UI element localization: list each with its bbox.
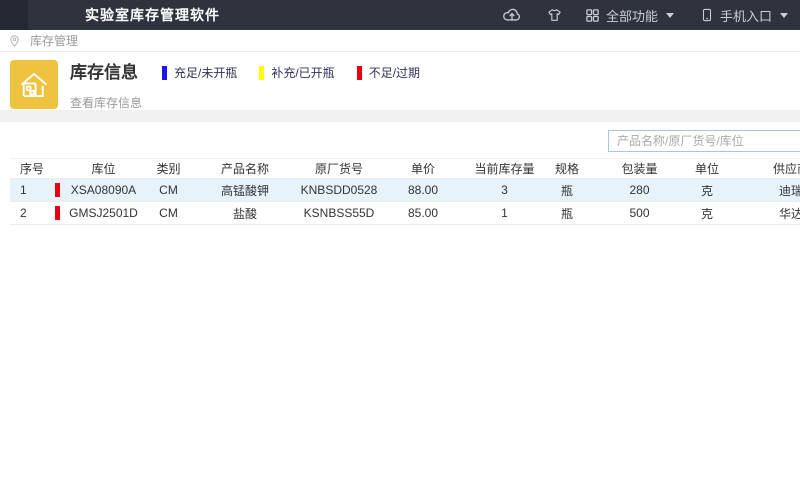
location-pin-icon <box>8 34 21 48</box>
col-header-product: 产品名称 <box>196 159 294 179</box>
status-badge <box>55 183 60 197</box>
inventory-table: 序号 库位 类别 产品名称 原厂货号 单价 当前库存量 规格 包装量 单位 供应… <box>10 158 800 225</box>
col-header-sku: 原厂货号 <box>294 159 384 179</box>
menu-all-features-label: 全部功能 <box>606 6 658 25</box>
app-title: 实验室库存管理软件 <box>85 5 220 25</box>
col-header-category: 类别 <box>141 159 196 179</box>
sidebar-toggle-area[interactable] <box>0 0 28 30</box>
col-header-package: 包装量 <box>587 159 692 179</box>
legend-swatch-red <box>357 66 362 80</box>
col-header-location: 库位 <box>66 159 141 179</box>
legend-item-insufficient: 不足/过期 <box>357 64 420 81</box>
inventory-panel: 序号 库位 类别 产品名称 原厂货号 单价 当前库存量 规格 包装量 单位 供应… <box>0 122 800 496</box>
table-header-row: 序号 库位 类别 产品名称 原厂货号 单价 当前库存量 规格 包装量 单位 供应… <box>10 159 800 179</box>
menu-all-features[interactable]: 全部功能 <box>585 6 674 25</box>
grid-icon <box>585 8 600 23</box>
page-subtitle: 查看库存信息 <box>70 94 142 111</box>
warehouse-icon <box>10 60 58 109</box>
col-header-index: 序号 <box>10 159 48 179</box>
legend-swatch-yellow <box>259 66 264 80</box>
table-row[interactable]: 2 GMSJ2501D CM 盐酸 KSNBSS55D 85.00 1 瓶 50… <box>10 202 800 225</box>
col-header-stock: 当前库存量 <box>462 159 547 179</box>
cloud-upload-icon[interactable] <box>502 6 522 24</box>
col-header-spec: 规格 <box>547 159 587 179</box>
top-navbar: 实验室库存管理软件 全部功能 <box>0 0 800 30</box>
col-header-unit: 单位 <box>692 159 722 179</box>
status-legend: 充足/未开瓶 补充/已开瓶 不足/过期 <box>162 64 442 81</box>
table-row[interactable]: 1 XSA08090A CM 高锰酸钾 KNBSDD0528 88.00 3 瓶… <box>10 179 800 202</box>
legend-item-refill: 补充/已开瓶 <box>259 64 334 81</box>
col-header-price: 单价 <box>384 159 462 179</box>
theme-shirt-icon[interactable] <box>546 7 563 23</box>
status-badge <box>55 206 60 220</box>
chevron-down-icon <box>780 13 788 18</box>
section-divider <box>0 110 800 122</box>
breadcrumb: 库存管理 <box>0 30 800 52</box>
col-header-supplier: 供应商 <box>722 159 800 179</box>
menu-mobile-entry[interactable]: 手机入口 <box>700 6 788 25</box>
page-title: 库存信息 <box>70 58 142 83</box>
menu-mobile-entry-label: 手机入口 <box>720 6 772 25</box>
legend-swatch-blue <box>162 66 167 80</box>
phone-icon <box>700 7 714 23</box>
breadcrumb-item-inventory[interactable]: 库存管理 <box>30 32 78 49</box>
page-header: 库存信息 查看库存信息 充足/未开瓶 补充/已开瓶 不足/过期 <box>0 52 800 110</box>
legend-item-sufficient: 充足/未开瓶 <box>162 64 237 81</box>
chevron-down-icon <box>666 13 674 18</box>
col-header-status <box>48 159 66 179</box>
search-input[interactable] <box>608 130 800 152</box>
